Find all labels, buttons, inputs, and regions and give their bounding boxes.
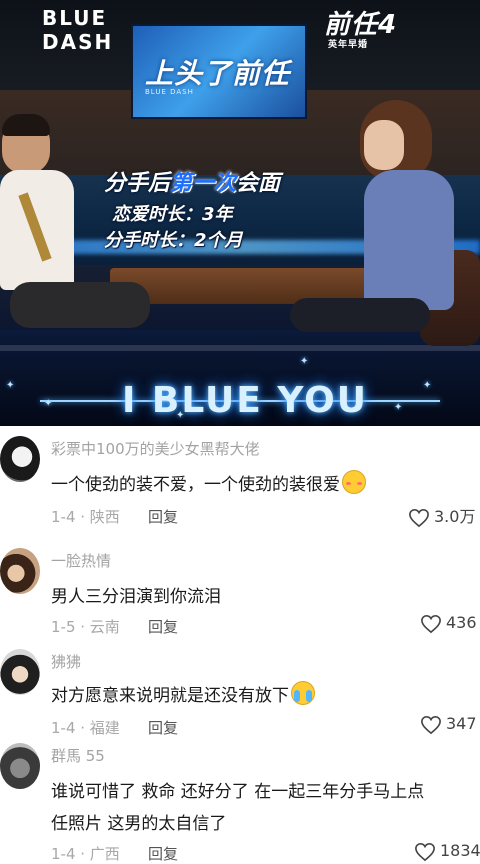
woman-legs <box>290 298 430 332</box>
like-button[interactable]: 1834 <box>414 841 480 862</box>
tv-subtitle: BLUE DASH <box>145 88 194 96</box>
flushed-emoji-icon <box>342 470 366 494</box>
like-count: 347 <box>446 714 477 733</box>
heart-icon <box>421 614 441 633</box>
video-caption: 分手后第一次会面 恋爱时长：3年 分手时长：2个月 <box>104 170 280 254</box>
comment-item: 群馬 55 谁说可惜了 救命 还好分了 在一起三年分手马上点 任照片 这男的太自… <box>0 741 480 863</box>
star-icon: ✦ <box>300 356 309 367</box>
comment-text-content: 对方愿意来说明就是还没有放下 <box>51 686 289 706</box>
comment-username[interactable]: 狒狒 <box>51 651 81 672</box>
like-button[interactable]: 3.0万 <box>408 503 475 528</box>
crying-emoji-icon <box>291 681 315 705</box>
show-logo: 前任4 英年早婚 <box>324 4 397 50</box>
comment-item: 一脸热情 男人三分泪演到你流泪 1-5 · 云南 回复 436 <box>0 538 480 641</box>
man-hair <box>2 114 50 136</box>
comment-text: 对方愿意来说明就是还没有放下 <box>51 681 315 706</box>
star-icon: ✦ <box>6 380 15 391</box>
tv-screen: 上头了前任 BLUE DASH <box>131 24 307 119</box>
like-button[interactable]: 436 <box>420 613 477 634</box>
reply-button[interactable]: 回复 <box>148 616 178 637</box>
comment-text: 男人三分泪演到你流泪 <box>51 582 221 607</box>
heart-icon <box>409 508 429 527</box>
comment-date-location: 1-4 · 福建 <box>51 719 120 737</box>
brand-logo-line2: DASH <box>42 30 114 54</box>
show-logo-title: 前任4 <box>324 10 398 40</box>
neon-sign: I BLUE YOU <box>121 380 368 421</box>
video-player[interactable]: BLUE DASH 前任4 英年早婚 上头了前任 BLUE DASH 分手后第一… <box>0 0 480 426</box>
like-button[interactable]: 347 <box>420 714 477 735</box>
comment-text-line2: 任照片 这男的太自信了 <box>51 814 227 834</box>
comment-item: 狒狒 对方愿意来说明就是还没有放下 1-4 · 福建 回复 347 <box>0 641 480 741</box>
star-icon: ✦ <box>423 380 432 391</box>
comment-username[interactable]: 群馬 55 <box>51 745 105 766</box>
man-legs <box>10 282 150 328</box>
caption-headline: 分手后第一次会面 <box>104 170 280 198</box>
woman-top <box>364 170 454 310</box>
star-icon: ✦ <box>176 410 185 421</box>
comment-item: 彩票中100万的美少女黑帮大佬 一个使劲的装不爱，一个使劲的装很爱 1-4 · … <box>0 426 480 538</box>
brand-logo: BLUE DASH <box>42 6 113 54</box>
caption-breakup-duration: 分手时长：2个月 <box>104 230 243 251</box>
comment-text-content: 一个使劲的装不爱，一个使劲的装很爱 <box>51 475 340 495</box>
comment-date-location: 1-4 · 陕西 <box>51 508 120 526</box>
caption-prefix: 分手后 <box>104 171 171 196</box>
comment-date-location: 1-4 · 广西 <box>51 845 120 863</box>
tv-title: 上头了前任 <box>145 57 291 90</box>
heart-icon <box>415 842 435 861</box>
caption-love-duration: 恋爱时长：3年 <box>112 204 233 225</box>
reply-button[interactable]: 回复 <box>148 506 178 527</box>
reply-button[interactable]: 回复 <box>148 843 178 864</box>
reply-button[interactable]: 回复 <box>148 717 178 738</box>
caption-suffix: 会面 <box>236 171 281 196</box>
comment-username[interactable]: 彩票中100万的美少女黑帮大佬 <box>51 438 260 459</box>
heart-icon <box>421 715 441 734</box>
comment-text-line1: 谁说可惜了 救命 还好分了 在一起三年分手马上点 <box>51 782 425 802</box>
comment-text: 一个使劲的装不爱，一个使劲的装很爱 <box>51 470 366 495</box>
caption-highlight: 第一次 <box>170 171 237 196</box>
like-count: 1834 <box>440 841 480 860</box>
star-icon: ✦ <box>394 402 403 413</box>
woman-figure <box>290 98 480 348</box>
star-icon: ✦ <box>44 398 53 409</box>
like-count: 3.0万 <box>434 507 476 526</box>
avatar[interactable] <box>0 436 40 482</box>
comment-username[interactable]: 一脸热情 <box>51 550 111 571</box>
avatar[interactable] <box>0 649 40 695</box>
brand-logo-line1: BLUE <box>42 6 108 30</box>
woman-face <box>364 120 404 170</box>
comment-text-content: 男人三分泪演到你流泪 <box>51 587 221 607</box>
like-count: 436 <box>446 613 477 632</box>
avatar[interactable] <box>0 743 40 789</box>
avatar[interactable] <box>0 548 40 594</box>
comment-date-location: 1-5 · 云南 <box>51 618 120 636</box>
